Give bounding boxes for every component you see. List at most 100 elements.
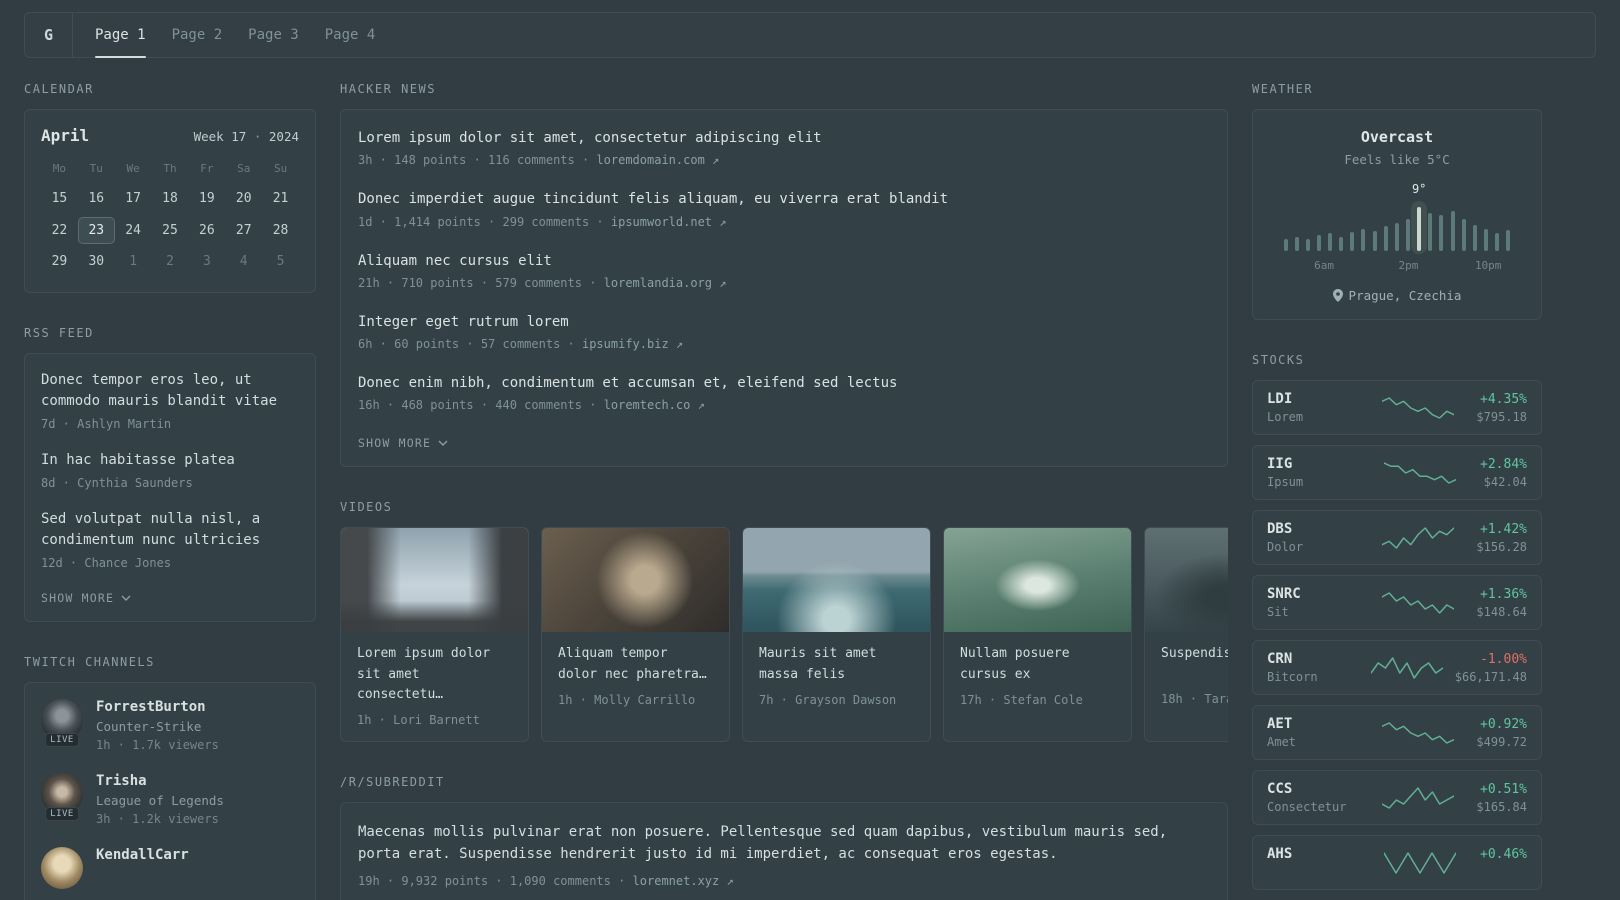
hn-item-title[interactable]: Donec imperdiet augue tincidunt felis al… xyxy=(358,189,1210,209)
rss-item-title[interactable]: Sed volutpat nulla nisl, a condimentum n… xyxy=(41,509,299,551)
tab-page-4[interactable]: Page 4 xyxy=(325,13,376,57)
calendar-year: 2024 xyxy=(268,129,299,144)
weather-bar xyxy=(1461,219,1466,251)
channel-name[interactable]: KendallCarr xyxy=(96,847,189,863)
stock-sparkline xyxy=(1380,720,1455,746)
rss-feed-widget: RSS FEED Donec tempor eros leo, ut commo… xyxy=(24,326,316,622)
stock-row[interactable]: CCS Consectetur +0.51% $165.84 xyxy=(1252,770,1542,825)
video-title[interactable]: Aliquam tempor dolor nec pharetra… xyxy=(558,644,713,684)
hn-item-title[interactable]: Aliquam nec cursus elit xyxy=(358,251,1210,271)
stock-row[interactable]: AET Amet +0.92% $499.72 xyxy=(1252,705,1542,760)
hn-item-domain-link[interactable]: loremlandia.org xyxy=(604,276,712,290)
calendar-day: 22 xyxy=(51,222,68,238)
calendar-day: 30 xyxy=(88,254,105,270)
hn-item-title[interactable]: Donec enim nibh, condimentum et accumsan… xyxy=(358,373,1210,393)
videos-widget: VIDEOS Lorem ipsum dolor sit amet consec… xyxy=(340,500,1228,742)
calendar-card: April Week 17 · 2024 Mo Tu We Th Fr Sa S… xyxy=(24,109,316,293)
video-card[interactable]: Mauris sit amet massa felis 7h · Grayson… xyxy=(742,527,931,742)
channel-game[interactable]: Counter-Strike xyxy=(96,719,219,734)
video-title[interactable]: Mauris sit amet massa felis xyxy=(759,644,914,684)
channel-avatar xyxy=(41,846,83,889)
external-link-icon: ↗ xyxy=(712,153,720,168)
page-tabs: Page 1 Page 2 Page 3 Page 4 xyxy=(73,13,376,58)
subreddit-widget-title: /R/SUBREDDIT xyxy=(340,774,445,789)
twitch-channel-row[interactable]: LIVE Trisha League of Legends 3h · 1.2k … xyxy=(41,772,299,826)
show-more-label: SHOW MORE xyxy=(41,590,115,605)
video-card[interactable]: Nullam posuere cursus ex 17h · Stefan Co… xyxy=(943,527,1132,742)
weather-bar xyxy=(1495,233,1500,251)
hn-item-domain-link[interactable]: ipsumify.biz xyxy=(582,337,669,351)
stock-row[interactable]: DBS Dolor +1.42% $156.28 xyxy=(1252,510,1542,565)
tab-page-2[interactable]: Page 2 xyxy=(172,13,223,57)
rss-item-title[interactable]: In hac habitasse platea xyxy=(41,450,299,471)
hn-item-domain-link[interactable]: loremtech.co xyxy=(604,398,691,412)
calendar-day: 26 xyxy=(199,222,215,238)
videos-widget-title: VIDEOS xyxy=(340,500,393,515)
weather-location-label: Prague, Czechia xyxy=(1348,288,1462,303)
day-of-week-header: Mo xyxy=(52,162,67,175)
hn-item-domain-link[interactable]: loremdomain.com xyxy=(596,153,704,167)
hn-item-title[interactable]: Integer eget rutrum lorem xyxy=(358,312,1210,332)
stock-name: Dolor xyxy=(1267,540,1304,554)
stock-row[interactable]: SNRC Sit +1.36% $148.64 xyxy=(1252,575,1542,630)
video-title[interactable]: Suspendisse diam xyxy=(1161,644,1228,684)
hn-item-domain-link[interactable]: ipsumworld.net xyxy=(611,215,712,229)
separator-dot: · xyxy=(253,129,262,144)
twitch-card: LIVE ForrestBurton Counter-Strike 1h · 1… xyxy=(24,681,316,900)
subreddit-post-text[interactable]: Maecenas mollis pulvinar erat non posuer… xyxy=(358,821,1210,866)
calendar-day: 24 xyxy=(125,222,141,238)
day-of-week-header: Tu xyxy=(89,162,103,175)
channel-name[interactable]: ForrestBurton xyxy=(96,699,219,715)
twitch-channel-row[interactable]: KendallCarr xyxy=(41,846,299,889)
video-card[interactable]: Suspendisse diam 18h · Tara xyxy=(1144,527,1228,742)
hn-item: Donec imperdiet augue tincidunt felis al… xyxy=(358,189,1210,228)
hn-show-more-button[interactable]: SHOW MORE xyxy=(358,434,448,450)
calendar-week-label: Week 17 xyxy=(193,129,247,144)
external-link-icon: ↗ xyxy=(675,337,684,352)
hn-item-title[interactable]: Lorem ipsum dolor sit amet, consectetur … xyxy=(358,128,1210,148)
video-thumbnail[interactable] xyxy=(944,528,1131,633)
video-thumbnail[interactable] xyxy=(743,528,930,633)
calendar-widget: CALENDAR April Week 17 · 2024 Mo Tu We T… xyxy=(24,82,316,293)
calendar-day-next-month: 1 xyxy=(129,254,138,270)
stock-name xyxy=(1267,865,1359,879)
video-title[interactable]: Lorem ipsum dolor sit amet consectetu… xyxy=(357,644,512,704)
stock-row[interactable]: IIG Ipsum +2.84% $42.04 xyxy=(1252,445,1542,500)
video-thumbnail[interactable] xyxy=(341,528,528,633)
stock-symbol: LDI xyxy=(1267,391,1293,407)
hn-item: Donec enim nibh, condimentum et accumsan… xyxy=(358,373,1210,412)
twitch-channel-row[interactable]: LIVE ForrestBurton Counter-Strike 1h · 1… xyxy=(41,698,299,752)
video-thumbnail[interactable] xyxy=(1145,528,1228,633)
video-meta: 18h · Tara xyxy=(1161,692,1228,707)
external-link-icon: ↗ xyxy=(697,398,705,413)
video-card[interactable]: Lorem ipsum dolor sit amet consectetu… 1… xyxy=(340,527,529,742)
location-pin-icon xyxy=(1332,289,1343,302)
hn-item-meta: 16h · 468 points · 440 comments · xyxy=(358,398,604,413)
tab-page-3[interactable]: Page 3 xyxy=(248,13,299,57)
calendar-week-year: Week 17 · 2024 xyxy=(194,129,299,144)
video-title[interactable]: Nullam posuere cursus ex xyxy=(960,644,1115,684)
video-thumbnail[interactable] xyxy=(542,528,729,633)
video-card[interactable]: Aliquam tempor dolor nec pharetra… 1h · … xyxy=(541,527,730,742)
channel-game[interactable]: League of Legends xyxy=(96,793,224,808)
stock-sparkline xyxy=(1380,395,1455,421)
rss-item-title[interactable]: Donec tempor eros leo, ut commodo mauris… xyxy=(41,370,299,412)
subreddit-domain-link[interactable]: loremnet.xyz xyxy=(633,874,720,888)
time-label: 2pm xyxy=(1398,259,1419,272)
day-of-week-header: Th xyxy=(163,162,177,175)
stock-price: $66,171.48 xyxy=(1454,669,1527,684)
stock-row[interactable]: CRN Bitcorn -1.00% $66,171.48 xyxy=(1252,640,1542,695)
weather-bar xyxy=(1406,219,1411,251)
stock-row[interactable]: AHS +0.46% xyxy=(1252,835,1542,890)
weather-bar xyxy=(1316,235,1321,251)
stock-change: -1.00% xyxy=(1480,651,1527,667)
stock-name: Sit xyxy=(1267,605,1289,619)
tab-page-1[interactable]: Page 1 xyxy=(95,13,146,58)
stock-price: $42.04 xyxy=(1483,474,1527,489)
channel-name[interactable]: Trisha xyxy=(96,773,224,789)
rss-show-more-button[interactable]: SHOW MORE xyxy=(41,589,131,605)
weather-bar xyxy=(1383,226,1388,251)
day-of-week-header: We xyxy=(126,162,140,175)
stock-row[interactable]: LDI Lorem +4.35% $795.18 xyxy=(1252,380,1542,435)
app-logo[interactable]: G xyxy=(25,13,73,57)
